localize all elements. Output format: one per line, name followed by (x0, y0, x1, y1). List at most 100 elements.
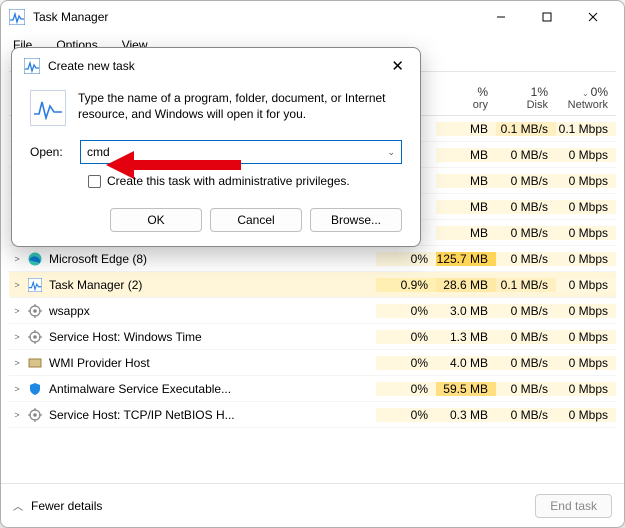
chevron-up-icon: ︿ (13, 498, 23, 513)
network-cell: 0 Mbps (556, 226, 616, 240)
close-button[interactable] (570, 1, 616, 33)
disk-cell: 0 MB/s (496, 408, 556, 422)
memory-cell: MB (436, 122, 496, 136)
memory-cell: 28.6 MB (436, 278, 496, 292)
table-row[interactable]: > Microsoft Edge (8)0%125.7 MB0 MB/s0 Mbp… (9, 246, 616, 272)
column-disk[interactable]: 1%Disk (496, 72, 556, 115)
run-icon (30, 90, 66, 126)
network-cell: 0 Mbps (556, 278, 616, 292)
expand-icon[interactable]: > (9, 358, 25, 368)
disk-cell: 0 MB/s (496, 330, 556, 344)
expand-icon[interactable]: > (9, 410, 25, 420)
process-name: Service Host: Windows Time (49, 330, 376, 344)
memory-cell: MB (436, 174, 496, 188)
expand-icon[interactable]: > (9, 332, 25, 342)
network-cell: 0 Mbps (556, 200, 616, 214)
process-icon (27, 277, 43, 293)
expand-icon[interactable]: > (9, 254, 25, 264)
process-name: Task Manager (2) (49, 278, 376, 292)
process-icon (27, 407, 43, 423)
network-cell: 0 Mbps (556, 330, 616, 344)
network-cell: 0 Mbps (556, 356, 616, 370)
process-icon (27, 251, 43, 267)
expand-icon[interactable]: > (9, 280, 25, 290)
window-titlebar: Task Manager (1, 1, 624, 33)
memory-cell: MB (436, 200, 496, 214)
dialog-titlebar: Create new task ✕ (12, 48, 420, 84)
task-manager-icon (24, 58, 40, 74)
process-name: wsappx (49, 304, 376, 318)
maximize-button[interactable] (524, 1, 570, 33)
disk-cell: 0 MB/s (496, 356, 556, 370)
column-memory[interactable]: %ory (436, 72, 496, 115)
fewer-details-label: Fewer details (31, 499, 102, 513)
network-cell: 0 Mbps (556, 148, 616, 162)
network-cell: 0 Mbps (556, 174, 616, 188)
dialog-title: Create new task (48, 59, 387, 73)
disk-cell: 0.1 MB/s (496, 278, 556, 292)
memory-cell: MB (436, 148, 496, 162)
cpu-cell: 0% (376, 382, 436, 396)
ok-button[interactable]: OK (110, 208, 202, 232)
cpu-cell: 0% (376, 252, 436, 266)
disk-cell: 0 MB/s (496, 226, 556, 240)
window-title: Task Manager (33, 10, 478, 24)
end-task-button[interactable]: End task (535, 494, 612, 518)
memory-cell: MB (436, 226, 496, 240)
process-icon (27, 303, 43, 319)
disk-cell: 0 MB/s (496, 304, 556, 318)
network-cell: 0 Mbps (556, 408, 616, 422)
cpu-cell: 0.9% (376, 278, 436, 292)
memory-cell: 1.3 MB (436, 330, 496, 344)
table-row[interactable]: > wsappx0%3.0 MB0 MB/s0 Mbps (9, 298, 616, 324)
disk-cell: 0 MB/s (496, 148, 556, 162)
cpu-cell: 0% (376, 304, 436, 318)
column-network[interactable]: ⌄0%Network (556, 72, 616, 115)
minimize-button[interactable] (478, 1, 524, 33)
memory-cell: 3.0 MB (436, 304, 496, 318)
process-icon (27, 329, 43, 345)
footer: ︿ Fewer details End task (1, 483, 624, 527)
memory-cell: 4.0 MB (436, 356, 496, 370)
expand-icon[interactable]: > (9, 384, 25, 394)
memory-cell: 0.3 MB (436, 408, 496, 422)
open-combobox[interactable]: cmd ⌄ (80, 140, 402, 164)
process-name: WMI Provider Host (49, 356, 376, 370)
expand-icon[interactable]: > (9, 306, 25, 316)
disk-cell: 0 MB/s (496, 174, 556, 188)
open-value: cmd (87, 145, 110, 159)
table-row[interactable]: > Service Host: Windows Time0%1.3 MB0 MB/… (9, 324, 616, 350)
network-cell: 0 Mbps (556, 382, 616, 396)
table-row[interactable]: > Antimalware Service Executable...0%59.5… (9, 376, 616, 402)
browse-button[interactable]: Browse... (310, 208, 402, 232)
cancel-button[interactable]: Cancel (210, 208, 302, 232)
table-row[interactable]: > Task Manager (2)0.9%28.6 MB0.1 MB/s0 Mb… (9, 272, 616, 298)
process-icon (27, 381, 43, 397)
dialog-close-button[interactable]: ✕ (387, 57, 408, 75)
chevron-down-icon: ⌄ (387, 147, 395, 158)
create-task-dialog: Create new task ✕ Type the name of a pro… (11, 47, 421, 247)
cpu-cell: 0% (376, 330, 436, 344)
fewer-details-toggle[interactable]: ︿ Fewer details (13, 498, 535, 513)
table-row[interactable]: > WMI Provider Host0%4.0 MB0 MB/s0 Mbps (9, 350, 616, 376)
table-row[interactable]: >Service Host: TCP/IP NetBIOS H...0%0.3 … (9, 402, 616, 428)
open-label: Open: (30, 145, 70, 159)
admin-checkbox-label: Create this task with administrative pri… (107, 174, 350, 188)
process-name: Microsoft Edge (8) (49, 252, 376, 266)
admin-checkbox[interactable] (88, 175, 101, 188)
network-cell: 0.1 Mbps (556, 122, 616, 136)
network-cell: 0 Mbps (556, 252, 616, 266)
process-name: Service Host: TCP/IP NetBIOS H... (49, 408, 376, 422)
process-name: Antimalware Service Executable... (49, 382, 376, 396)
task-manager-icon (9, 9, 25, 25)
disk-cell: 0 MB/s (496, 200, 556, 214)
memory-cell: 125.7 MB (436, 252, 496, 266)
disk-cell: 0 MB/s (496, 382, 556, 396)
disk-cell: 0 MB/s (496, 252, 556, 266)
memory-cell: 59.5 MB (436, 382, 496, 396)
cpu-cell: 0% (376, 356, 436, 370)
disk-cell: 0.1 MB/s (496, 122, 556, 136)
dialog-description: Type the name of a program, folder, docu… (78, 90, 402, 126)
network-cell: 0 Mbps (556, 304, 616, 318)
process-icon (27, 355, 43, 371)
